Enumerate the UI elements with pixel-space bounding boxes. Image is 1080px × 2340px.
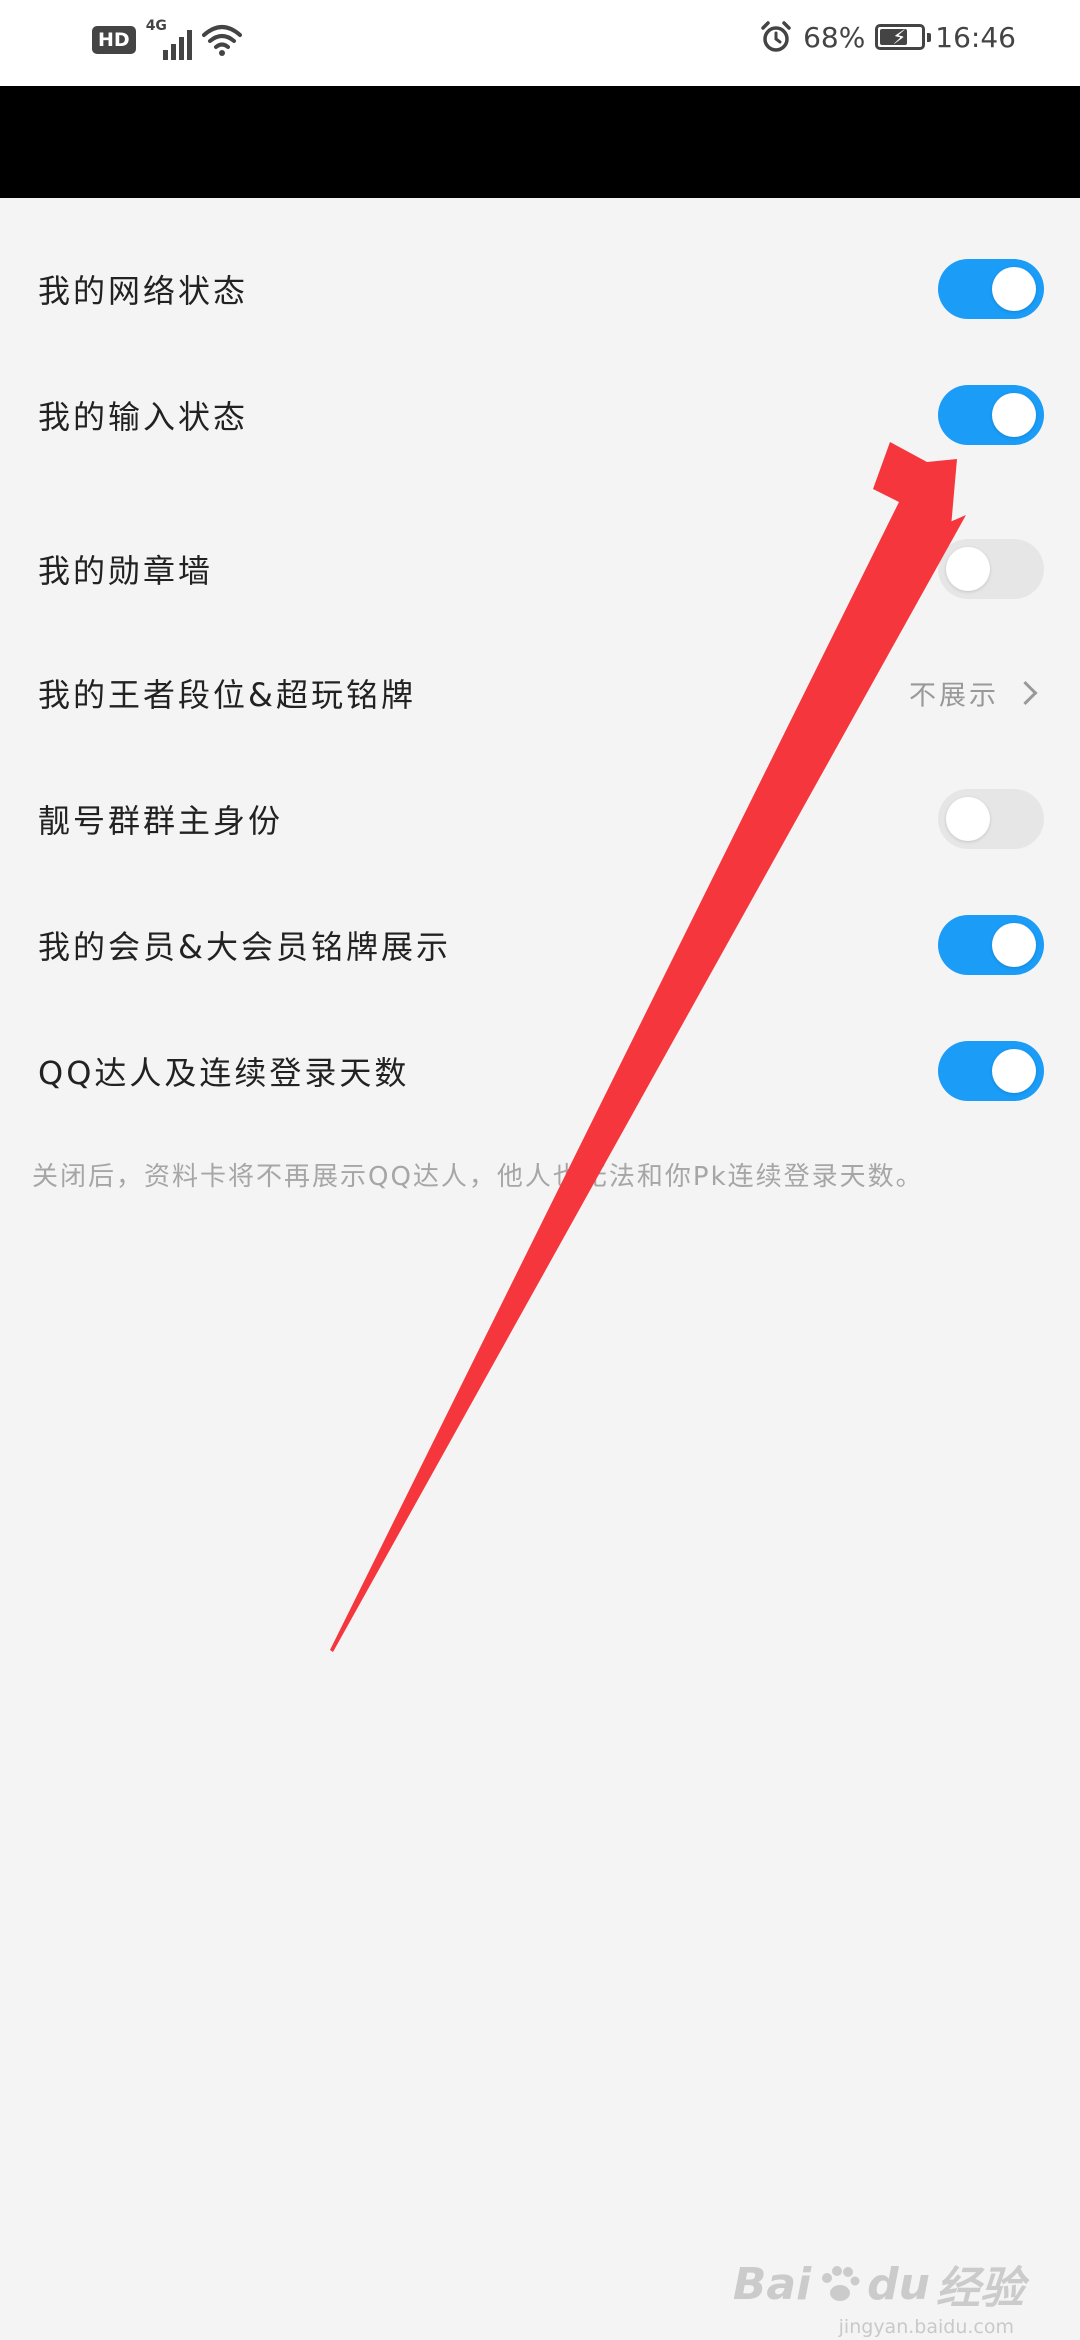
setting-row-member-badge: 我的会员&大会员铭牌展示 bbox=[0, 882, 1080, 1008]
watermark-suffix: 经验 bbox=[936, 2263, 1024, 2314]
chevron-right-icon bbox=[1013, 680, 1038, 706]
toggle-knob bbox=[946, 797, 990, 841]
setting-row-input-status: 我的输入状态 bbox=[0, 352, 1080, 478]
member-badge-toggle[interactable] bbox=[938, 915, 1044, 975]
cellular-signal-icon: 4G bbox=[146, 18, 192, 60]
watermark-brand: Bai bbox=[732, 2258, 812, 2310]
setting-row-medal-wall: 我的勋章墙 bbox=[0, 506, 1080, 632]
status-bar: HD 4G 68% ⚡ 16:46 bbox=[0, 0, 1080, 86]
baidu-watermark: Bai du 经验 bbox=[733, 2252, 1024, 2316]
setting-row-vip-group-owner: 靓号群群主身份 bbox=[0, 756, 1080, 882]
hd-badge: HD bbox=[92, 26, 136, 54]
toggle-knob bbox=[992, 393, 1036, 437]
setting-value: 不展示 bbox=[909, 680, 999, 712]
setting-row-qq-expert: QQ达人及连续登录天数 bbox=[0, 1008, 1080, 1134]
setting-label: 我的网络状态 bbox=[38, 272, 249, 310]
alarm-icon bbox=[761, 21, 791, 52]
vip-group-owner-toggle[interactable] bbox=[938, 789, 1044, 849]
title-bar bbox=[0, 86, 1080, 198]
qq-expert-toggle[interactable] bbox=[938, 1041, 1044, 1101]
setting-label: 我的输入状态 bbox=[38, 398, 249, 436]
network-status-toggle[interactable] bbox=[938, 259, 1044, 319]
setting-label: 我的勋章墙 bbox=[38, 552, 214, 590]
setting-label: 我的王者段位&超玩铭牌 bbox=[38, 676, 416, 714]
clock-time: 16:46 bbox=[935, 20, 1016, 54]
status-left: HD 4G bbox=[92, 18, 242, 60]
watermark-url: jingyan.baidu.com bbox=[838, 2316, 1014, 2338]
status-right: 68% ⚡ 16:46 bbox=[759, 20, 1016, 54]
toggle-knob bbox=[946, 547, 990, 591]
setting-row-network-status: 我的网络状态 bbox=[0, 226, 1080, 352]
battery-icon: ⚡ bbox=[875, 24, 932, 50]
setting-row-game-rank-badge[interactable]: 我的王者段位&超玩铭牌 不展示 bbox=[0, 630, 1080, 756]
footnote-text: 关闭后，资料卡将不再展示QQ达人，他人也无法和你Pk连续登录天数。 bbox=[32, 1162, 924, 1192]
paw-icon bbox=[822, 2266, 860, 2301]
setting-label: 我的会员&大会员铭牌展示 bbox=[38, 928, 451, 966]
setting-label: 靓号群群主身份 bbox=[38, 802, 284, 840]
charging-bolt-icon: ⚡ bbox=[892, 25, 907, 49]
watermark-brand-2: du bbox=[867, 2258, 930, 2310]
toggle-knob bbox=[992, 1049, 1036, 1093]
toggle-knob bbox=[992, 267, 1036, 311]
battery-percent: 68% bbox=[803, 20, 866, 54]
medal-wall-toggle[interactable] bbox=[938, 539, 1044, 599]
setting-label: QQ达人及连续登录天数 bbox=[38, 1054, 410, 1092]
toggle-knob bbox=[992, 923, 1036, 967]
input-status-toggle[interactable] bbox=[938, 385, 1044, 445]
wifi-icon bbox=[201, 25, 242, 56]
game-rank-value[interactable]: 不展示 bbox=[909, 674, 1038, 713]
